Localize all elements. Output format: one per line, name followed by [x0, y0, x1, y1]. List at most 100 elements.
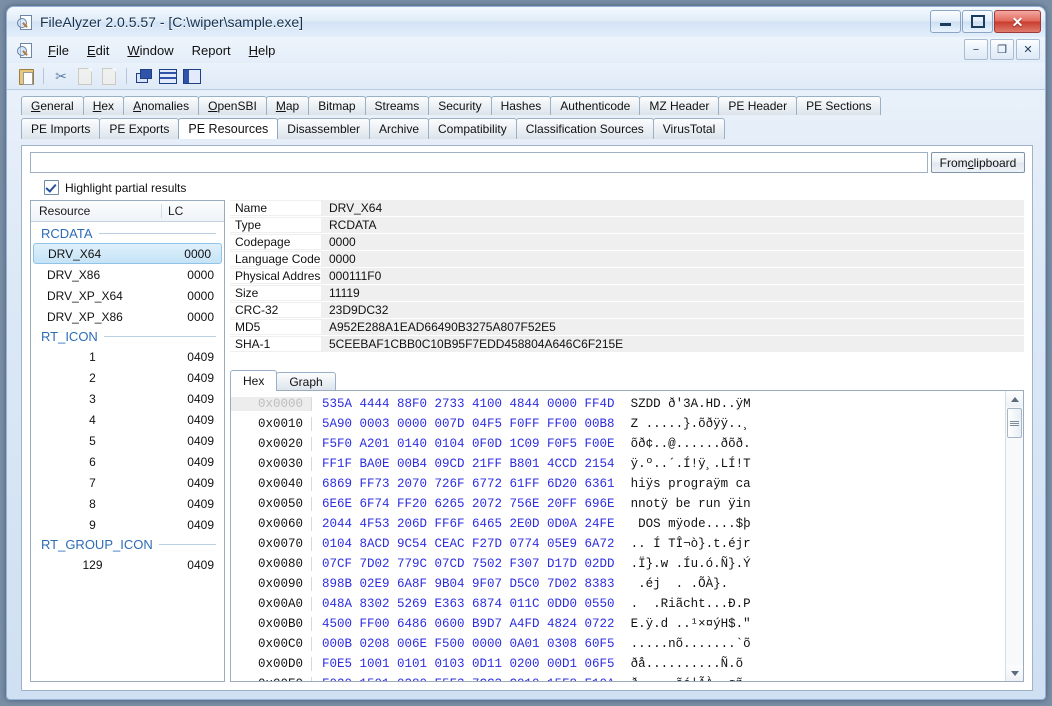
- hex-bytes: 07CF 7D02 779C 07CD 7502 F307 D17D 02DD: [322, 557, 615, 571]
- tab-pe-exports[interactable]: PE Exports: [99, 118, 180, 139]
- resource-item-drv_x64[interactable]: DRV_X64 0000: [33, 243, 222, 264]
- mdi-restore-button[interactable]: ❐: [990, 39, 1014, 60]
- menu-bar: File Edit Window Report Help − ❐ ✕: [7, 37, 1045, 63]
- menu-item-file[interactable]: File: [39, 41, 78, 60]
- resource-item-4[interactable]: 4 0409: [31, 409, 224, 430]
- tab-archive[interactable]: Archive: [368, 118, 429, 139]
- copy-page-icon: [78, 67, 92, 85]
- resource-item-9[interactable]: 9 0409: [31, 514, 224, 535]
- resource-item-8[interactable]: 8 0409: [31, 493, 224, 514]
- subtab-graph[interactable]: Graph: [276, 372, 336, 391]
- resource-item-lc: 0000: [187, 309, 214, 324]
- tab-opensbi[interactable]: OpenSBI: [198, 96, 267, 115]
- minimize-button[interactable]: [930, 10, 961, 33]
- tab-bitmap[interactable]: Bitmap: [308, 96, 366, 115]
- column-header-resource[interactable]: Resource: [31, 204, 161, 218]
- resource-item-2[interactable]: 2 0409: [31, 367, 224, 388]
- copy-button[interactable]: [74, 66, 96, 87]
- hex-offset: 0x0090: [231, 577, 312, 591]
- menu-item-window[interactable]: Window: [118, 41, 182, 60]
- property-key: Size: [230, 286, 321, 300]
- resource-group-rt_icon[interactable]: RT_ICON: [31, 327, 224, 346]
- resource-group-rcdata[interactable]: RCDATA: [31, 224, 224, 243]
- mdi-minimize-button[interactable]: −: [964, 39, 988, 60]
- tab-security[interactable]: Security: [428, 96, 492, 115]
- tab-label: Hashes: [500, 99, 542, 113]
- resource-item-drv_x86[interactable]: DRV_X86 0000: [31, 264, 224, 285]
- tab-label: Disassembler: [287, 122, 360, 136]
- tab-map[interactable]: Map: [265, 96, 310, 115]
- tab-mz-header[interactable]: MZ Header: [639, 96, 720, 115]
- menu-item-report[interactable]: Report: [183, 41, 240, 60]
- resource-item-drv_xp_x86[interactable]: DRV_XP_X86 0000: [31, 306, 224, 327]
- property-row: Name DRV_X64: [230, 200, 1024, 216]
- menu-magnifier-document-icon: [17, 42, 33, 58]
- resource-tree-body[interactable]: RCDATA DRV_X64 0000 DRV_X86 0000 DRV_XP_X64 00…: [31, 222, 224, 681]
- resource-item-6[interactable]: 6 0409: [31, 451, 224, 472]
- tab-label: Authenticode: [560, 99, 631, 113]
- hex-vertical-scrollbar[interactable]: [1005, 391, 1023, 681]
- tab-streams[interactable]: Streams: [364, 96, 430, 115]
- tab-pe-resources[interactable]: PE Resources: [178, 118, 279, 139]
- hex-offset: 0x0040: [231, 477, 312, 491]
- maximize-button[interactable]: [962, 10, 993, 33]
- property-value: A952E288A1EAD66490B3275A807F52E5: [329, 320, 556, 334]
- toolbar: ✂: [7, 63, 1045, 90]
- tab-hex[interactable]: Hex: [82, 96, 125, 115]
- tab-label: VirusTotal: [662, 122, 716, 136]
- search-input[interactable]: [30, 152, 928, 173]
- hex-ascii: .....nõ.......`õ: [630, 637, 751, 651]
- resource-item-5[interactable]: 5 0409: [31, 430, 224, 451]
- mdi-close-button[interactable]: ✕: [1016, 39, 1040, 60]
- paste-clipboard-button[interactable]: [15, 66, 37, 87]
- resource-item-name: 2: [89, 370, 96, 385]
- tab-pe-header[interactable]: PE Header: [718, 96, 798, 115]
- tab-pe-imports[interactable]: PE Imports: [21, 118, 101, 139]
- tab-authenticode[interactable]: Authenticode: [550, 96, 641, 115]
- column-header-lc[interactable]: LC: [161, 204, 224, 218]
- subtab-hex[interactable]: Hex: [230, 370, 278, 391]
- hex-dump[interactable]: 0x0000 535A 4444 88F0 2733 4100 4844 0000…: [231, 391, 1005, 681]
- highlight-partial-results-row[interactable]: Highlight partial results: [44, 180, 186, 195]
- hex-bytes: 535A 4444 88F0 2733 4100 4844 0000 FF4D: [322, 397, 615, 411]
- menu-item-edit[interactable]: Edit: [78, 41, 118, 60]
- resource-item-129[interactable]: 129 0409: [31, 554, 224, 575]
- resource-tree: Resource LC RCDATA DRV_X64 0000 DRV_X86 0000…: [30, 200, 225, 682]
- from-clipboard-button[interactable]: From c lipboard: [931, 152, 1025, 173]
- tile-vertical-button[interactable]: [181, 66, 203, 87]
- menu-item-help[interactable]: Help: [240, 41, 285, 60]
- resource-item-lc: 0000: [187, 267, 214, 282]
- tab-general[interactable]: General: [21, 96, 84, 115]
- resource-item-drv_xp_x64[interactable]: DRV_XP_X64 0000: [31, 285, 224, 306]
- hex-bytes: 6E6E 6F74 FF20 6265 2072 756E 20FF 696E: [322, 497, 615, 511]
- scroll-up-button[interactable]: [1006, 391, 1023, 407]
- hex-offset: 0x0010: [231, 417, 312, 431]
- resource-item-1[interactable]: 1 0409: [31, 346, 224, 367]
- scroll-down-button[interactable]: [1006, 665, 1023, 681]
- resource-item-3[interactable]: 3 0409: [31, 388, 224, 409]
- close-button[interactable]: ✕: [994, 10, 1041, 33]
- cut-button[interactable]: ✂: [50, 66, 72, 87]
- paste-button[interactable]: [98, 66, 120, 87]
- property-row: Language Code 0000: [230, 251, 1024, 267]
- tab-classification-sources[interactable]: Classification Sources: [515, 118, 654, 139]
- group-label: RT_GROUP_ICON: [41, 537, 153, 552]
- hex-ascii: ð ... õó|ÃÀ..øñ.: [615, 677, 751, 681]
- tab-strip-primary: General Hex Anomalies OpenSBI Map Bitmap Strea…: [21, 94, 1033, 115]
- tab-compatibility[interactable]: Compatibility: [428, 118, 517, 139]
- hex-ascii: ðå..........Ñ.õ: [630, 657, 744, 671]
- highlight-partial-results-checkbox[interactable]: [44, 180, 59, 195]
- resource-item-7[interactable]: 7 0409: [31, 472, 224, 493]
- group-label: RT_ICON: [41, 329, 98, 344]
- tab-pe-sections[interactable]: PE Sections: [796, 96, 882, 115]
- tab-hashes[interactable]: Hashes: [490, 96, 552, 115]
- tab-label: OpenSBI: [208, 99, 257, 113]
- resource-group-rt_group_icon[interactable]: RT_GROUP_ICON: [31, 535, 224, 554]
- cascade-windows-button[interactable]: [133, 66, 155, 87]
- tab-anomalies[interactable]: Anomalies: [123, 96, 200, 115]
- tab-disassembler[interactable]: Disassembler: [277, 118, 370, 139]
- hex-line: 0x00C0 000B 0208 006E F500 0000 0A01 0308…: [231, 634, 1005, 654]
- tab-virustotal[interactable]: VirusTotal: [652, 118, 726, 139]
- tile-horizontal-button[interactable]: [157, 66, 179, 87]
- scrollbar-thumb[interactable]: [1007, 408, 1022, 438]
